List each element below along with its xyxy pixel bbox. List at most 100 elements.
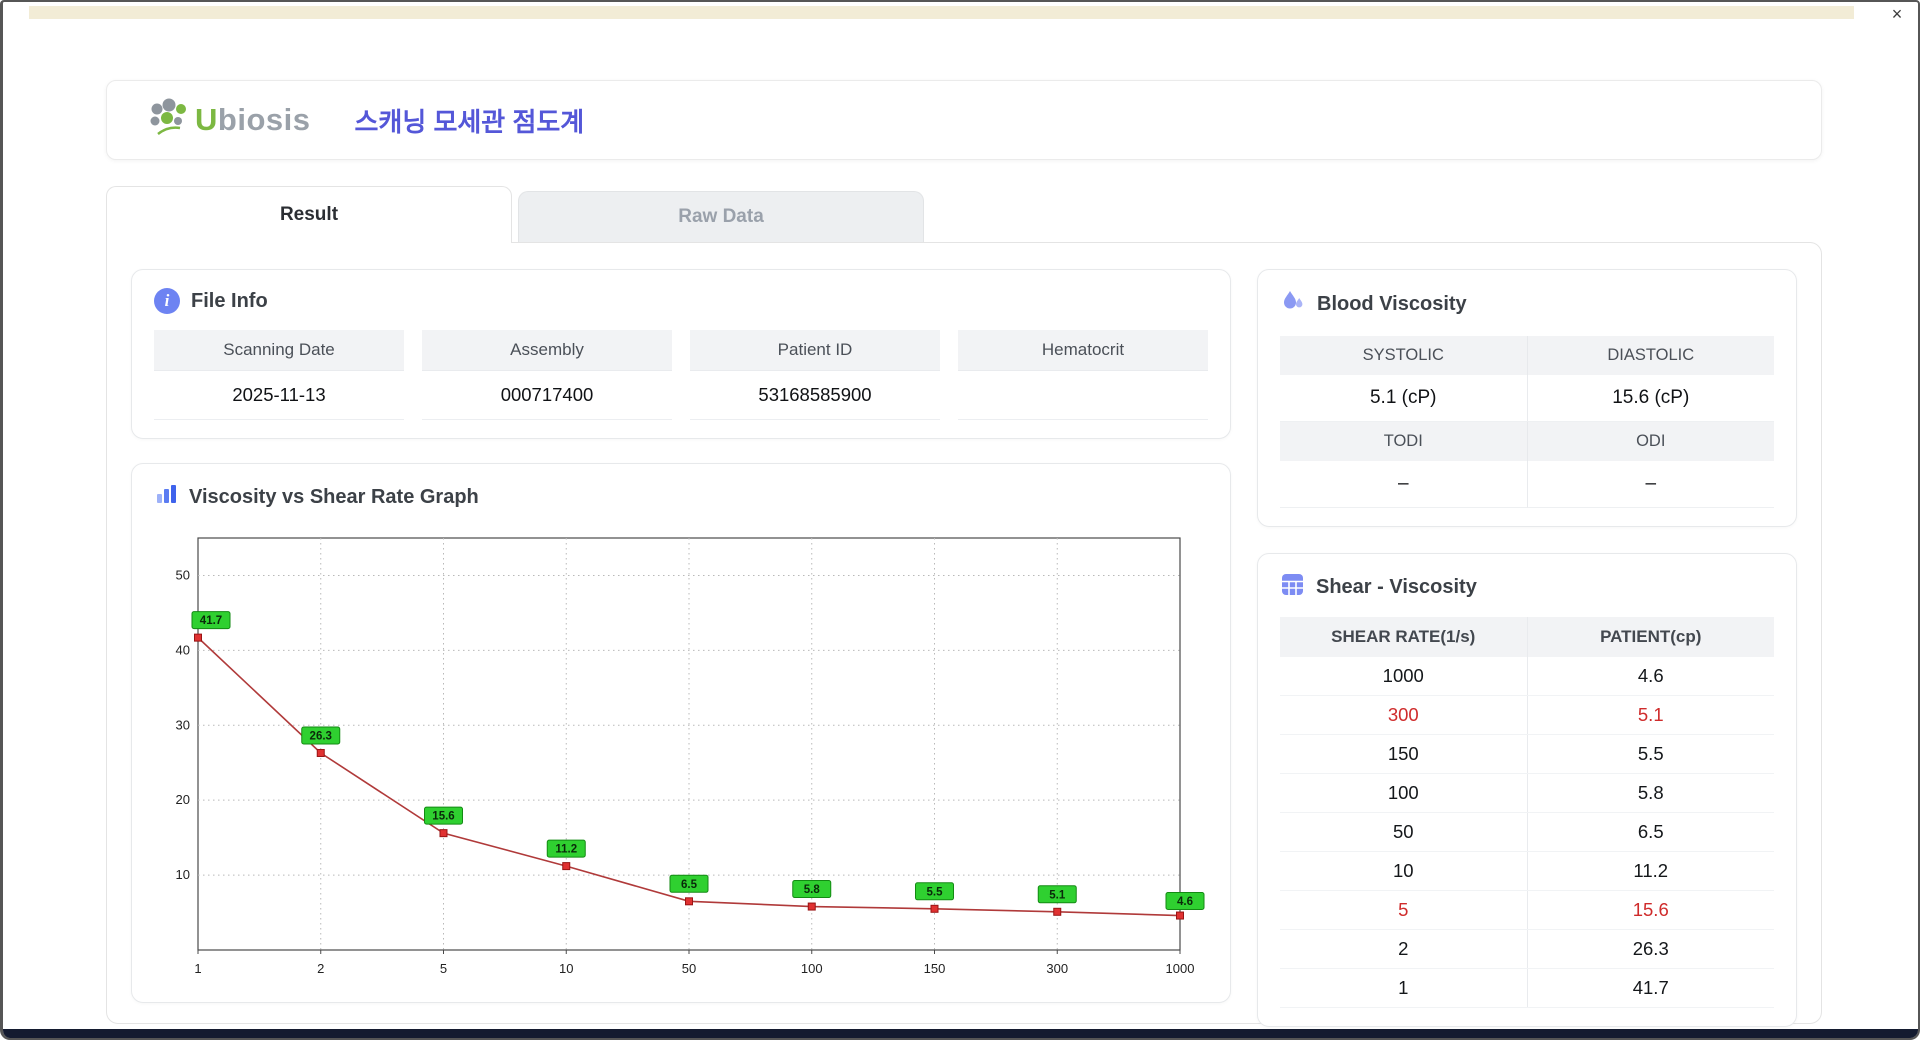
svg-text:4.6: 4.6 (1177, 896, 1193, 908)
svg-text:150: 150 (924, 961, 946, 976)
shear-row: 50 6.5 (1280, 812, 1774, 852)
shear-rate-cell: 1 (1280, 968, 1528, 1008)
svg-text:15.6: 15.6 (432, 811, 454, 823)
bv-header-row: SYSTOLIC DIASTOLIC (1280, 336, 1774, 375)
leaf-icon (145, 97, 191, 144)
shear-patient-cell: 5.8 (1527, 773, 1774, 813)
shear-row: 5 15.6 (1280, 890, 1774, 930)
blood-viscosity-header: Blood Viscosity (1280, 288, 1774, 320)
ubiosis-logo: Ubiosis (145, 97, 310, 144)
shear-rate-cell: 1000 (1280, 657, 1528, 696)
shear-rate-cell: 150 (1280, 734, 1528, 774)
svg-text:10: 10 (176, 867, 190, 882)
svg-text:2: 2 (317, 961, 324, 976)
bv-value-row: 5.1 (cP) 15.6 (cP) (1280, 375, 1774, 422)
logo-letters-rest: biosis (217, 102, 311, 137)
svg-text:5: 5 (440, 961, 447, 976)
file-info-header: i File Info (154, 288, 1208, 314)
shear-rate-cell: 50 (1280, 812, 1528, 852)
shear-rate-cell: 300 (1280, 695, 1528, 735)
shear-row: 1 41.7 (1280, 968, 1774, 1008)
svg-text:5.5: 5.5 (927, 886, 944, 898)
svg-text:40: 40 (176, 642, 190, 657)
svg-text:100: 100 (801, 961, 823, 976)
svg-text:6.5: 6.5 (681, 879, 698, 891)
window-top-strip (29, 6, 1854, 19)
shear-row: 1000 4.6 (1280, 657, 1774, 696)
file-info-field-value: 53168585900 (758, 384, 872, 405)
blood-viscosity-grid: SYSTOLIC DIASTOLIC 5.1 (cP) 15.6 (cP) TODI… (1280, 336, 1774, 508)
tab-raw-data[interactable]: Raw Data (518, 191, 924, 242)
bv-value-row: – – (1280, 461, 1774, 508)
svg-text:300: 300 (1046, 961, 1068, 976)
file-info-field-value (958, 371, 1208, 419)
shear-patient-cell: 15.6 (1527, 890, 1774, 930)
logo-letter-u: U (195, 102, 218, 137)
file-info-field-value: 2025-11-13 (232, 384, 326, 405)
shear-patient-cell: 26.3 (1527, 929, 1774, 969)
grid-table-icon (1280, 572, 1305, 603)
blood-viscosity-card: Blood Viscosity SYSTOLIC DIASTOLIC 5.1 (c… (1257, 269, 1797, 527)
file-info-field-label: Patient ID (690, 330, 940, 371)
result-panel: i File Info Scanning Date 2025-11-13 Ass… (106, 242, 1822, 1027)
shear-row: 10 11.2 (1280, 851, 1774, 891)
shear-rate-cell: 5 (1280, 890, 1528, 930)
shear-rate-cell: 10 (1280, 851, 1528, 891)
bv-value-cell: 15.6 (cP) (1527, 375, 1774, 422)
shear-patient-cell: 4.6 (1527, 657, 1774, 696)
shear-patient-cell: 5.1 (1527, 695, 1774, 735)
file-info-field: Assembly 000717400 (422, 330, 672, 420)
shear-patient-cell: 5.5 (1527, 734, 1774, 774)
svg-text:50: 50 (682, 961, 696, 976)
shear-table: SHEAR RATE(1/s) PATIENT(cp) 1000 4.6 300… (1280, 617, 1774, 1008)
file-info-fields: Scanning Date 2025-11-13 Assembly 000717… (154, 330, 1208, 420)
shear-header-row: SHEAR RATE(1/s) PATIENT(cp) (1280, 617, 1774, 657)
graph-card: Viscosity vs Shear Rate Graph 10 20 30 40 50… (131, 463, 1231, 1003)
logo-text: Ubiosis (195, 102, 310, 138)
shear-viscosity-title: Shear - Viscosity (1316, 576, 1477, 598)
file-info-field: Scanning Date 2025-11-13 (154, 330, 404, 420)
shear-row: 2 26.3 (1280, 929, 1774, 969)
tab-bar: Result Raw Data (106, 186, 1822, 243)
bar-chart-icon (154, 482, 178, 512)
svg-text:50: 50 (176, 567, 190, 582)
file-info-field-label: Hematocrit (958, 330, 1208, 371)
info-icon: i (154, 288, 180, 314)
file-info-card: i File Info Scanning Date 2025-11-13 Ass… (131, 269, 1231, 439)
shear-rate-cell: 2 (1280, 929, 1528, 969)
content-area: Ubiosis 스캐닝 모세관 점도계 Result Raw Data i Fi… (106, 80, 1822, 1027)
window-bottom-strip (3, 1029, 1918, 1038)
svg-text:5.8: 5.8 (804, 884, 821, 896)
bv-value-cell: – (1280, 461, 1528, 508)
shear-patient-column-header: PATIENT(cp) (1527, 617, 1774, 657)
file-info-field-label: Assembly (422, 330, 672, 371)
svg-text:30: 30 (176, 717, 190, 732)
tab-result[interactable]: Result (106, 186, 512, 243)
svg-text:1000: 1000 (1166, 961, 1195, 976)
shear-row: 150 5.5 (1280, 734, 1774, 774)
bv-header-cell: ODI (1527, 422, 1774, 461)
file-info-field-label: Scanning Date (154, 330, 404, 371)
file-info-title: File Info (191, 289, 268, 312)
bv-header-cell: DIASTOLIC (1527, 336, 1774, 375)
shear-rate-column-header: SHEAR RATE(1/s) (1280, 617, 1528, 657)
svg-text:5.1: 5.1 (1049, 889, 1066, 901)
shear-row: 100 5.8 (1280, 773, 1774, 813)
graph-header: Viscosity vs Shear Rate Graph (154, 482, 1208, 512)
header-card: Ubiosis 스캐닝 모세관 점도계 (106, 80, 1822, 160)
svg-text:11.2: 11.2 (555, 844, 577, 856)
shear-row: 300 5.1 (1280, 695, 1774, 735)
svg-text:26.3: 26.3 (310, 730, 332, 742)
svg-text:1: 1 (194, 961, 201, 976)
bv-header-row: TODI ODI (1280, 422, 1774, 461)
file-info-field-value: 000717400 (500, 384, 594, 405)
right-column: Blood Viscosity SYSTOLIC DIASTOLIC 5.1 (c… (1257, 269, 1797, 1027)
bv-value-cell: – (1527, 461, 1774, 508)
shear-viscosity-header: Shear - Viscosity (1280, 572, 1774, 603)
svg-text:10: 10 (559, 961, 573, 976)
close-icon[interactable]: × (1884, 2, 1910, 26)
svg-text:20: 20 (176, 792, 190, 807)
droplet-icon (1280, 288, 1306, 320)
page-title: 스캐닝 모세관 점도계 (354, 106, 585, 137)
bv-header-cell: TODI (1280, 422, 1528, 461)
